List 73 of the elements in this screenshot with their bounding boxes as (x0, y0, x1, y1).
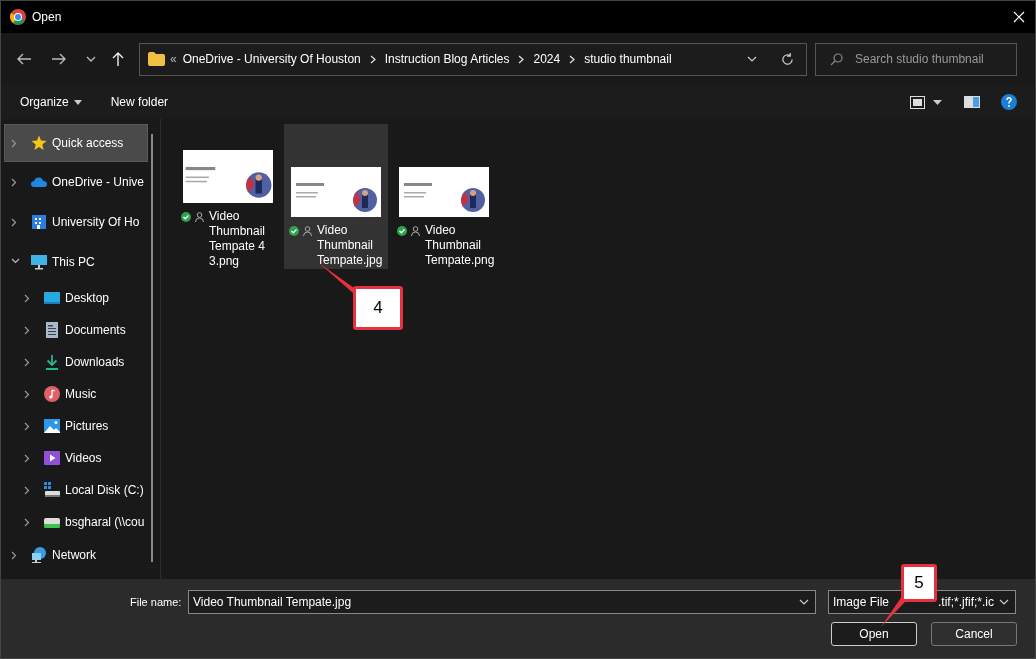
star-icon (31, 135, 47, 151)
nav-item[interactable]: Network (4, 538, 148, 572)
search-input: Search studio thumbnail (855, 50, 1015, 68)
organize-menu-button[interactable]: Organize (13, 89, 89, 115)
close-icon[interactable] (1013, 11, 1025, 23)
breadcrumb-item[interactable]: Instruction Blog Articles (384, 50, 510, 68)
breadcrumb-item[interactable]: studio thumbnail (584, 50, 672, 68)
nav-item[interactable]: Downloads (4, 346, 148, 378)
pictures-icon (44, 418, 60, 434)
pc-icon (31, 254, 47, 270)
nav-item[interactable]: This PC (4, 242, 148, 282)
field-label: File name: (130, 594, 183, 610)
cancel-button[interactable]: Cancel (931, 622, 1017, 646)
callout-number: 5 (901, 564, 937, 602)
person-icon (411, 226, 420, 236)
browser-logo-icon (10, 9, 26, 25)
open-button[interactable]: Open (831, 622, 917, 646)
person-icon (303, 226, 312, 236)
file-tile[interactable]: Video Thumbnail Tempate.jpg (284, 124, 388, 269)
nav-item[interactable]: OneDrive - Unive (4, 162, 148, 202)
chevron-right-icon[interactable] (369, 54, 376, 64)
back-icon[interactable] (16, 52, 32, 66)
up-icon[interactable] (111, 51, 125, 67)
chevron-down-icon (799, 599, 809, 605)
nav-item[interactable]: University Of Ho (4, 202, 148, 242)
file-tile[interactable]: Video Thumbnail Tempate 4 3.png (176, 124, 280, 269)
search-icon (830, 52, 843, 66)
filter-text: .tif;*.jfif;*.ic (938, 594, 994, 611)
new-folder-button[interactable]: New folder (103, 89, 176, 115)
file-name: Video Thumbnail Tempate.jpg (317, 223, 384, 268)
file-name: Video Thumbnail Tempate.png (425, 223, 496, 268)
nav-item[interactable]: bsgharal (\\cou (4, 506, 148, 538)
nav-item[interactable]: Documents (4, 314, 148, 346)
refresh-icon[interactable] (781, 52, 794, 66)
nav-item[interactable]: Local Disk (C:) (4, 474, 148, 506)
search-field[interactable]: Search studio thumbnail (815, 42, 1017, 76)
caret-icon (73, 99, 82, 105)
network-icon (31, 547, 47, 563)
address-bar[interactable]: « OneDrive - University Of Houston Instruction Blog Articles 2024 studio thumbnail (139, 42, 807, 76)
forward-icon[interactable] (51, 52, 67, 66)
building-icon (31, 214, 47, 230)
folder-icon (148, 52, 165, 66)
music-icon (44, 386, 60, 402)
filter-text: Image File (833, 594, 890, 611)
nav-item[interactable]: Music (4, 378, 148, 410)
nav-item[interactable]: Pictures (4, 410, 148, 442)
nav-item[interactable]: Desktop (4, 282, 148, 314)
chevron-right-icon[interactable] (518, 54, 525, 64)
nav-item[interactable]: Quick access (4, 124, 148, 162)
help-icon[interactable] (1001, 94, 1017, 110)
caret-icon[interactable] (933, 99, 942, 105)
breadcrumb-overflow[interactable]: « (170, 50, 177, 68)
breadcrumb-item[interactable]: 2024 (533, 50, 561, 68)
videos-icon (44, 450, 60, 466)
file-tile[interactable]: Video Thumbnail Tempate.png (392, 124, 496, 269)
view-icon[interactable] (910, 95, 925, 109)
file-name-input: Video Thumbnail Tempate.jpg (193, 593, 799, 611)
chevron-right-icon[interactable] (569, 54, 576, 64)
chevron-down-icon[interactable] (747, 56, 757, 62)
cloud-icon (31, 174, 47, 190)
breadcrumb-item[interactable]: OneDrive - University Of Houston (182, 50, 361, 68)
documents-icon (44, 322, 60, 338)
downloads-icon (44, 354, 60, 370)
person-icon (195, 212, 204, 222)
file-name-field[interactable]: Video Thumbnail Tempate.jpg (188, 590, 816, 614)
callout-number: 4 (353, 286, 403, 330)
nav-item[interactable]: Videos (4, 442, 148, 474)
desktop-icon (44, 290, 60, 306)
chevron-down-icon (999, 599, 1009, 605)
window-title: Open (32, 9, 62, 26)
chevron-down-icon[interactable] (86, 56, 96, 62)
file-name: Video Thumbnail Tempate 4 3.png (209, 209, 267, 269)
disk-icon (44, 482, 60, 498)
